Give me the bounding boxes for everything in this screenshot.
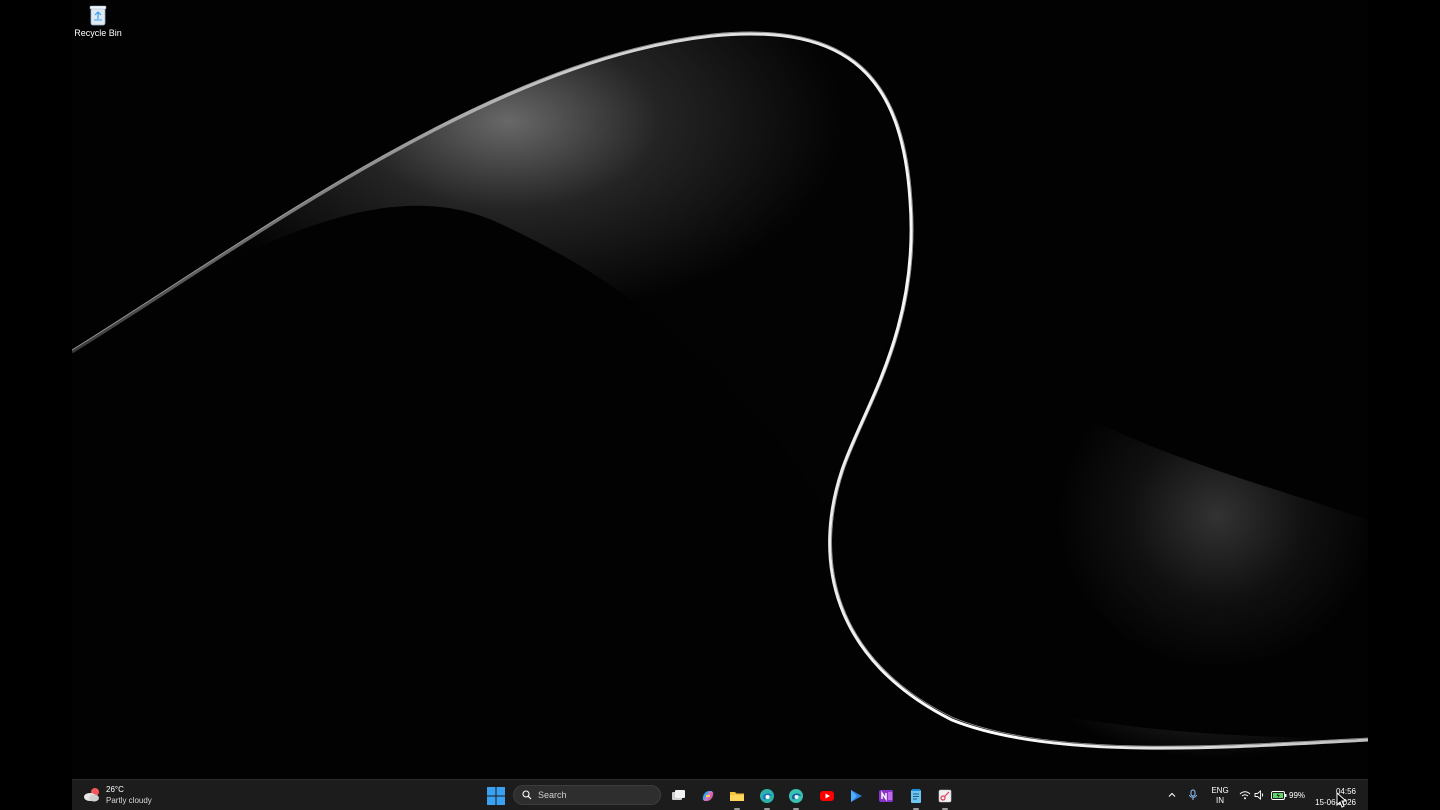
wifi-button[interactable] bbox=[1238, 788, 1252, 802]
edge-icon bbox=[760, 789, 774, 803]
taskbar-app-file-explorer[interactable] bbox=[727, 786, 747, 810]
desktop-icon-recycle-bin[interactable]: Recycle Bin bbox=[72, 4, 124, 38]
play-icon bbox=[851, 790, 862, 802]
recycle-bin-icon bbox=[89, 5, 107, 26]
language-indicator[interactable]: ENG IN bbox=[1210, 786, 1230, 806]
language-code: ENG bbox=[1211, 786, 1229, 795]
wifi-icon bbox=[1239, 791, 1251, 800]
edge-dev-icon bbox=[789, 789, 803, 803]
search-placeholder: Search bbox=[538, 790, 567, 800]
notepad-icon bbox=[911, 789, 921, 803]
folder-icon bbox=[730, 792, 744, 801]
taskbar-app-edge[interactable] bbox=[757, 786, 777, 810]
desktop[interactable]: Recycle Bin bbox=[72, 0, 1368, 779]
clock-time: 04:56 bbox=[1335, 787, 1356, 796]
taskbar: 26°C Partly cloudy Search ENG IN 99% 04:… bbox=[72, 779, 1368, 810]
taskbar-app-snipping-tool[interactable] bbox=[935, 786, 955, 810]
microphone-icon bbox=[1189, 789, 1197, 800]
microphone-button[interactable] bbox=[1186, 788, 1200, 802]
weather-condition: Partly cloudy bbox=[106, 796, 152, 805]
copilot-icon bbox=[702, 791, 714, 801]
partly-cloudy-icon bbox=[84, 788, 99, 802]
taskbar-app-task-view[interactable] bbox=[668, 786, 688, 806]
battery-percentage: 99% bbox=[1289, 790, 1306, 800]
onenote-icon bbox=[879, 790, 893, 802]
taskbar-app-notepad[interactable] bbox=[906, 786, 926, 810]
taskbar-app-youtube[interactable] bbox=[817, 786, 837, 806]
clock-date: 15-06-2026 bbox=[1315, 798, 1356, 807]
task-view-icon bbox=[672, 790, 685, 800]
language-region: IN bbox=[1216, 796, 1224, 805]
volume-button[interactable] bbox=[1253, 788, 1267, 802]
speaker-icon bbox=[1254, 790, 1264, 800]
wallpaper bbox=[72, 31, 1368, 779]
taskbar-app-onenote[interactable] bbox=[876, 786, 896, 806]
weather-temperature: 26°C bbox=[106, 785, 124, 794]
mouse-cursor-icon bbox=[1336, 792, 1346, 808]
taskbar-app-copilot[interactable] bbox=[698, 786, 718, 806]
battery-indicator[interactable]: 99% bbox=[1271, 788, 1305, 802]
clock[interactable]: 04:56 15-06-2026 bbox=[1312, 786, 1356, 808]
start-button[interactable] bbox=[486, 786, 506, 806]
taskbar-app-edge-dev[interactable] bbox=[786, 786, 806, 810]
snipping-tool-icon bbox=[938, 789, 952, 803]
show-hidden-icons-button[interactable] bbox=[1165, 788, 1179, 802]
screen: Recycle Bin 26°C Partly cloudy Search EN… bbox=[0, 0, 1440, 810]
chevron-up-icon bbox=[1168, 792, 1176, 797]
recycle-bin-label: Recycle Bin bbox=[74, 28, 122, 38]
taskbar-app-play[interactable] bbox=[846, 786, 866, 806]
search-icon bbox=[522, 790, 532, 800]
battery-charging-icon bbox=[1271, 790, 1287, 800]
taskbar-search-box[interactable]: Search bbox=[513, 785, 661, 805]
youtube-icon bbox=[820, 791, 834, 801]
weather-widget[interactable]: 26°C Partly cloudy bbox=[82, 783, 152, 807]
